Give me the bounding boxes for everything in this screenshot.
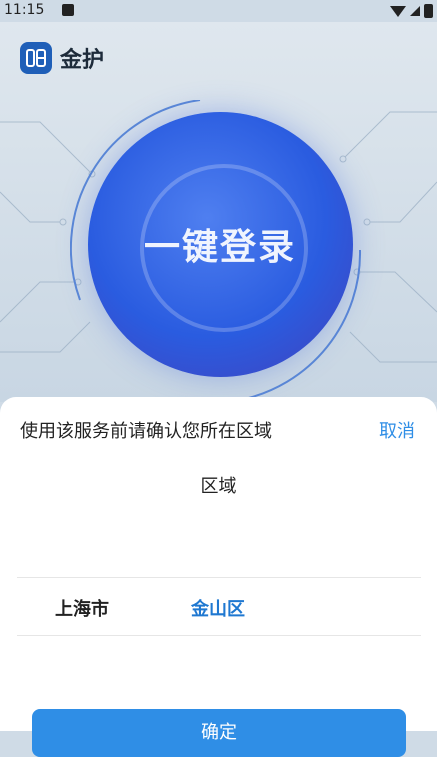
sheet-title: 使用该服务前请确认您所在区域 [20, 421, 272, 442]
jinhu-logo-icon [20, 42, 52, 74]
picker-bottom-divider [17, 635, 421, 636]
one-click-login-button[interactable]: 一键登录 [70, 100, 370, 400]
region-label: 区域 [200, 476, 237, 497]
confirm-button[interactable]: 确定 [32, 709, 406, 757]
cell-signal-icon [410, 6, 420, 16]
notification-icon [62, 4, 74, 16]
status-time: 11:15 [4, 2, 45, 18]
province-picker-value[interactable]: 上海市 [55, 595, 109, 621]
wifi-icon [390, 5, 406, 17]
battery-icon [424, 4, 433, 18]
app-logo: 金护 [20, 42, 104, 74]
cancel-button[interactable]: 取消 [379, 417, 415, 443]
one-click-login-label: 一键登录 [143, 227, 296, 268]
status-bar: 11:15 [0, 0, 437, 22]
region-picker[interactable]: 上海市 金山区 [17, 578, 421, 634]
region-bottom-sheet: 使用该服务前请确认您所在区域 取消 区域 上海市 金山区 确定 [0, 397, 437, 757]
app-name: 金护 [60, 48, 105, 73]
district-picker-value[interactable]: 金山区 [191, 595, 245, 621]
